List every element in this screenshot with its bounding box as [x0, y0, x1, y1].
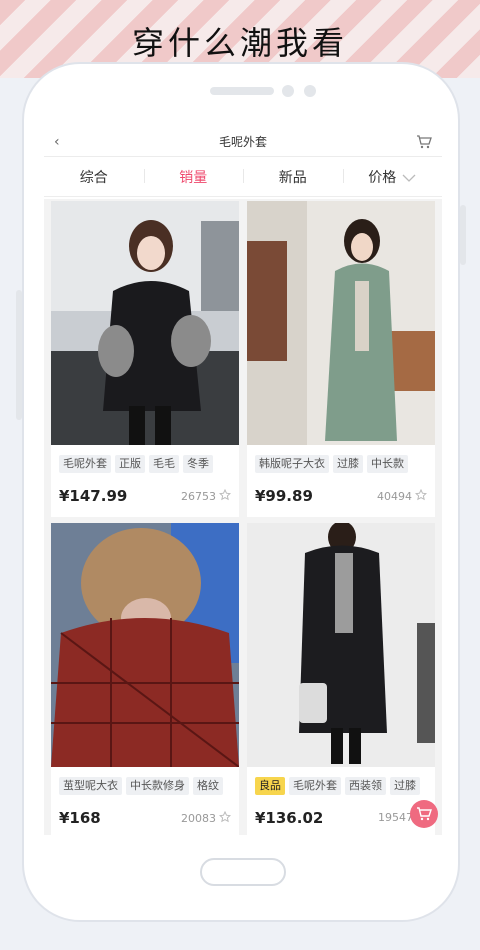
product-tag: 过膝 [333, 455, 363, 473]
product-price: ¥136.02 [255, 809, 324, 827]
product-card[interactable]: 茧型呢大衣 中长款修身 格纹 ¥168 20083 [51, 523, 239, 835]
back-icon[interactable]: ‹ [54, 134, 74, 150]
product-price: ¥99.89 [255, 487, 313, 505]
product-price: ¥168 [59, 809, 101, 827]
product-tag: 毛呢外套 [59, 455, 111, 473]
product-tag: 过膝 [390, 777, 420, 795]
cart-icon[interactable] [412, 134, 432, 149]
sort-tabs: 综合 销量 新品 价格 [44, 157, 442, 197]
star-icon[interactable] [218, 810, 232, 826]
star-icon[interactable] [414, 488, 428, 504]
product-tag: 西装领 [345, 777, 386, 795]
tab-price[interactable]: 价格 [342, 167, 443, 187]
phone-side-button-right [460, 205, 466, 265]
phone-speaker [210, 87, 274, 95]
product-image[interactable] [51, 201, 239, 445]
cart-fab-icon[interactable] [410, 800, 438, 828]
product-image[interactable] [247, 523, 435, 767]
product-tag: 冬季 [183, 455, 213, 473]
nav-bar: ‹ 毛呢外套 [44, 127, 442, 157]
product-tags: 韩版呢子大衣 过膝 中长款 [255, 455, 408, 473]
product-tag-highlight: 良品 [255, 777, 285, 795]
phone-home-button [200, 858, 286, 886]
product-card[interactable]: 韩版呢子大衣 过膝 中长款 ¥99.89 40494 [247, 201, 435, 517]
product-tag: 韩版呢子大衣 [255, 455, 329, 473]
phone-camera [304, 85, 316, 97]
app-showcase: 穿什么潮我看 ‹ 毛呢外套 综合 销量 新品 价格 毛呢外套 正版 毛毛 冬季 … [0, 0, 480, 950]
sales-count: 20083 [181, 810, 232, 826]
product-tags: 茧型呢大衣 中长款修身 格纹 [59, 777, 223, 795]
product-tag: 毛毛 [149, 455, 179, 473]
product-card[interactable]: 良品 毛呢外套 西装领 过膝 ¥136.02 19547 [247, 523, 435, 835]
tab-new[interactable]: 新品 [243, 167, 343, 187]
product-tag: 正版 [115, 455, 145, 473]
banner-title: 穿什么潮我看 [131, 24, 348, 62]
tab-sales[interactable]: 销量 [143, 167, 244, 187]
product-image[interactable] [247, 201, 435, 445]
product-tag: 中长款修身 [126, 777, 189, 795]
product-tag: 格纹 [193, 777, 223, 795]
product-tags: 毛呢外套 正版 毛毛 冬季 [59, 455, 213, 473]
sales-count: 26753 [181, 488, 232, 504]
page-title: 毛呢外套 [218, 135, 267, 149]
star-icon[interactable] [218, 488, 232, 504]
product-image[interactable] [51, 523, 239, 767]
product-tag: 毛呢外套 [289, 777, 341, 795]
chevron-down-icon [402, 171, 416, 185]
product-price: ¥147.99 [59, 487, 128, 505]
sales-count: 19547 [378, 811, 413, 824]
tab-comprehensive[interactable]: 综合 [44, 167, 144, 187]
product-grid: 毛呢外套 正版 毛毛 冬季 ¥147.99 26753 韩版呢子大衣 过膝 中长… [44, 199, 442, 835]
product-card[interactable]: 毛呢外套 正版 毛毛 冬季 ¥147.99 26753 [51, 201, 239, 517]
sales-count: 40494 [377, 488, 428, 504]
phone-sensor [282, 85, 294, 97]
product-tag: 茧型呢大衣 [59, 777, 122, 795]
app-screen: ‹ 毛呢外套 综合 销量 新品 价格 毛呢外套 正版 毛毛 冬季 ¥147.99… [44, 127, 442, 835]
product-tag: 中长款 [367, 455, 408, 473]
product-tags: 良品 毛呢外套 西装领 过膝 [255, 777, 420, 795]
